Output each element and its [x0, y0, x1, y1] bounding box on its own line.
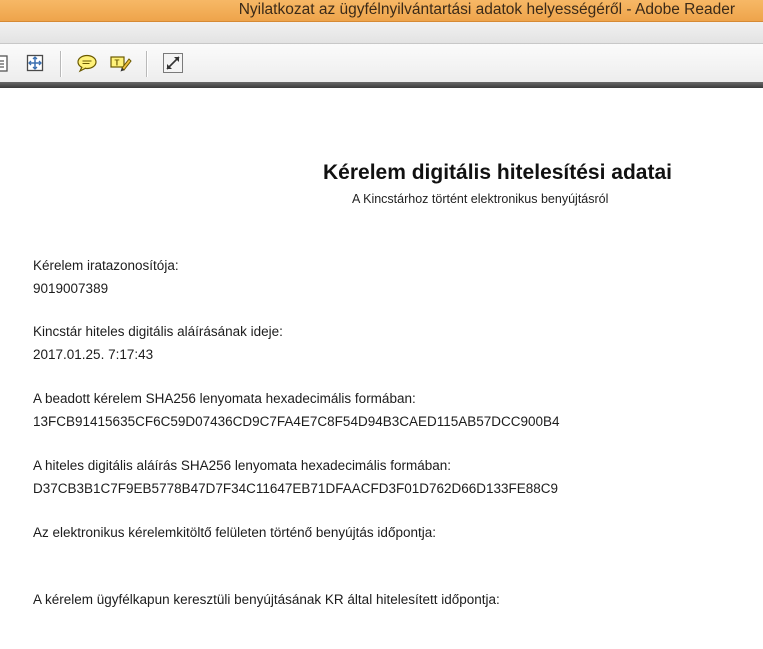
toolbar-separator: [60, 51, 61, 77]
document-title: Kérelem digitális hitelesítési adatai: [323, 161, 672, 184]
field-label-ugyfelkapu-idopontja: A kérelem ügyfélkapun keresztüli benyújt…: [33, 592, 500, 607]
fit-page-icon[interactable]: [22, 51, 48, 75]
field-label-iratazonosito: Kérelem iratazonosítója:: [33, 258, 179, 273]
toolbar: T: [0, 44, 763, 82]
menu-bar: [0, 22, 763, 44]
field-label-benyujtas-idopontja: Az elektronikus kérelemkitöltő felületen…: [33, 525, 436, 540]
field-label-alairas-ideje: Kincstár hiteles digitális aláírásának i…: [33, 324, 283, 339]
comment-icon[interactable]: [74, 51, 100, 75]
field-value-alairas-sha256: D37CB3B1C7F9EB5778B47D7F34C11647EB71DFAA…: [33, 481, 559, 496]
document-subtitle: A Kincstárhoz történt elektronikus benyú…: [352, 192, 609, 206]
field-value-iratazonosito: 9019007389: [33, 281, 109, 296]
document-page[interactable]: Kérelem digitális hitelesítési adatai A …: [0, 88, 763, 649]
window-title: Nyilatkozat az ügyfélnyilvántartási adat…: [238, 1, 735, 18]
field-value-alairas-ideje: 2017.01.25. 7:17:43: [33, 347, 154, 362]
field-value-kerelem-sha256: 13FCB91415635CF6C59D07436CD9C7FA4E7C8F54…: [33, 414, 560, 429]
toolbar-separator: [146, 51, 147, 77]
field-label-alairas-sha256: A hiteles digitális aláírás SHA256 lenyo…: [33, 458, 451, 473]
highlight-text-icon[interactable]: T: [108, 51, 134, 75]
page-icon[interactable]: [0, 51, 14, 75]
svg-text:T: T: [115, 59, 120, 68]
field-label-kerelem-sha256: A beadott kérelem SHA256 lenyomata hexad…: [33, 391, 416, 406]
window-titlebar[interactable]: Nyilatkozat az ügyfélnyilvántartási adat…: [0, 0, 763, 22]
full-screen-icon[interactable]: [160, 51, 186, 75]
